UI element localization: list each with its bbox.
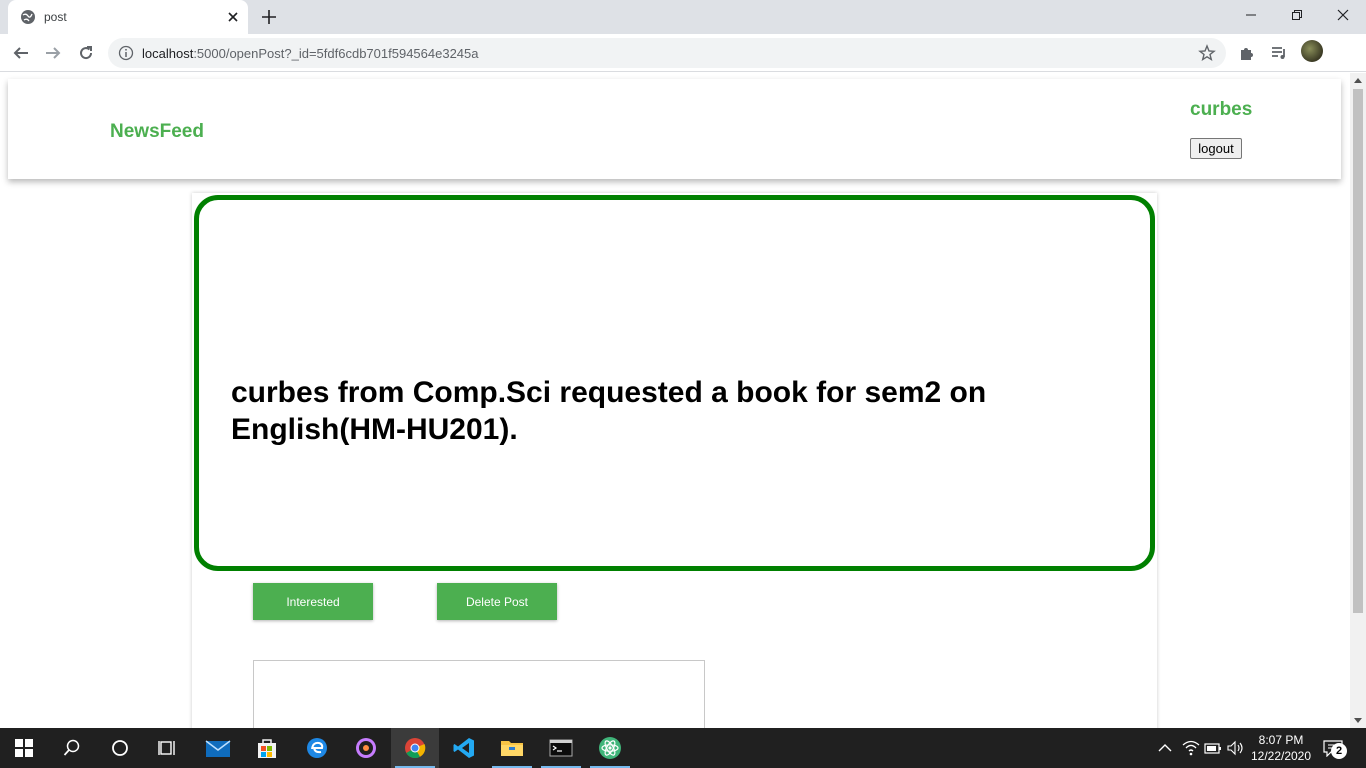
cortana-icon — [112, 740, 128, 756]
taskbar-edge[interactable] — [293, 728, 341, 768]
mail-icon — [205, 740, 231, 757]
wifi-icon — [1182, 740, 1200, 756]
arrow-right-icon — [46, 47, 61, 59]
new-tab-icon[interactable] — [259, 7, 279, 27]
minimize-icon — [1246, 14, 1256, 16]
taskbar-media-app[interactable] — [342, 728, 390, 768]
back-button[interactable] — [8, 40, 34, 66]
tab-strip: post — [0, 0, 1366, 34]
url-host: localhost — [142, 46, 194, 61]
restore-button[interactable] — [1274, 0, 1320, 30]
media-player-icon — [356, 738, 376, 758]
folder-icon — [501, 741, 523, 756]
volume-button[interactable] — [1226, 738, 1246, 758]
brand-link[interactable]: NewsFeed — [110, 121, 204, 143]
taskbar-store[interactable] — [243, 728, 291, 768]
logout-button[interactable]: logout — [1190, 138, 1242, 159]
tab-title: post — [44, 10, 67, 24]
post-card: curbes from Comp.Sci requested a book fo… — [192, 193, 1157, 728]
media-button[interactable] — [1268, 42, 1290, 64]
site-header: NewsFeed curbes logout — [8, 79, 1341, 179]
globe-icon — [21, 10, 35, 24]
task-view-button[interactable] — [144, 728, 192, 768]
chevron-up-icon — [1158, 744, 1172, 752]
minimize-button[interactable] — [1228, 0, 1274, 30]
clock-date: 12/22/2020 — [1250, 749, 1312, 763]
url-path: :5000/openPost?_id=5fdf6cdb701f594564e32… — [193, 46, 479, 61]
taskbar-terminal[interactable] — [537, 728, 585, 768]
taskbar-mail[interactable] — [194, 728, 242, 768]
forward-button[interactable] — [40, 40, 66, 66]
profile-avatar[interactable] — [1301, 40, 1323, 62]
interested-button[interactable]: Interested — [253, 583, 373, 620]
close-icon[interactable] — [224, 8, 242, 26]
comment-area[interactable] — [253, 660, 705, 728]
taskbar-file-explorer[interactable] — [488, 728, 536, 768]
address-bar[interactable]: localhost:5000/openPost?_id=5fdf6cdb701f… — [108, 38, 1226, 68]
page-scrollbar[interactable] — [1350, 73, 1366, 728]
taskbar-chrome[interactable] — [391, 728, 439, 768]
terminal-icon — [549, 739, 573, 757]
scroll-thumb[interactable] — [1353, 89, 1363, 613]
browser-toolbar: localhost:5000/openPost?_id=5fdf6cdb701f… — [0, 34, 1366, 72]
task-view-icon — [158, 741, 175, 755]
star-icon[interactable] — [1198, 44, 1216, 62]
clock-time: 8:07 PM — [1258, 733, 1304, 747]
windows-icon — [15, 739, 33, 757]
cortana-button[interactable] — [96, 728, 144, 768]
post-text: curbes from Comp.Sci requested a book fo… — [231, 376, 987, 446]
taskbar-vscode[interactable] — [440, 728, 488, 768]
reload-icon — [80, 46, 93, 60]
playlist-icon — [1272, 47, 1285, 59]
start-button[interactable] — [0, 728, 48, 768]
atom-icon — [599, 737, 621, 759]
close-window-button[interactable] — [1320, 0, 1366, 30]
notification-count-badge: 2 — [1331, 743, 1347, 759]
arrow-left-icon — [13, 47, 28, 59]
info-icon[interactable] — [118, 45, 134, 61]
reload-button[interactable] — [73, 40, 99, 66]
battery-button[interactable] — [1203, 738, 1223, 758]
search-button[interactable] — [48, 728, 96, 768]
extensions-button[interactable] — [1236, 42, 1258, 64]
store-icon — [258, 739, 276, 758]
username-label: curbes — [1190, 99, 1253, 120]
taskbar-atom[interactable] — [586, 728, 634, 768]
taskbar-clock[interactable]: 8:07 PM 12/22/2020 — [1246, 732, 1316, 764]
edge-icon — [307, 738, 327, 758]
close-icon — [1337, 9, 1349, 21]
battery-icon — [1204, 743, 1221, 754]
vscode-icon — [453, 738, 474, 758]
browser-tab[interactable]: post — [8, 0, 248, 34]
search-icon — [63, 739, 80, 756]
delete-post-button[interactable]: Delete Post — [437, 583, 557, 620]
chrome-icon — [405, 738, 426, 759]
network-button[interactable] — [1181, 738, 1201, 758]
url-text: localhost:5000/openPost?_id=5fdf6cdb701f… — [142, 46, 479, 61]
show-hidden-icons-button[interactable] — [1155, 738, 1175, 758]
scroll-down-arrow-icon[interactable] — [1354, 718, 1362, 723]
puzzle-icon — [1241, 48, 1253, 60]
restore-icon — [1292, 10, 1302, 20]
scroll-up-arrow-icon[interactable] — [1354, 78, 1362, 83]
page-viewport: NewsFeed curbes logout curbes from Comp.… — [0, 73, 1350, 728]
speaker-icon — [1227, 740, 1243, 756]
post-content-box: curbes from Comp.Sci requested a book fo… — [194, 195, 1155, 571]
taskbar: 8:07 PM 12/22/2020 2 — [0, 728, 1366, 768]
